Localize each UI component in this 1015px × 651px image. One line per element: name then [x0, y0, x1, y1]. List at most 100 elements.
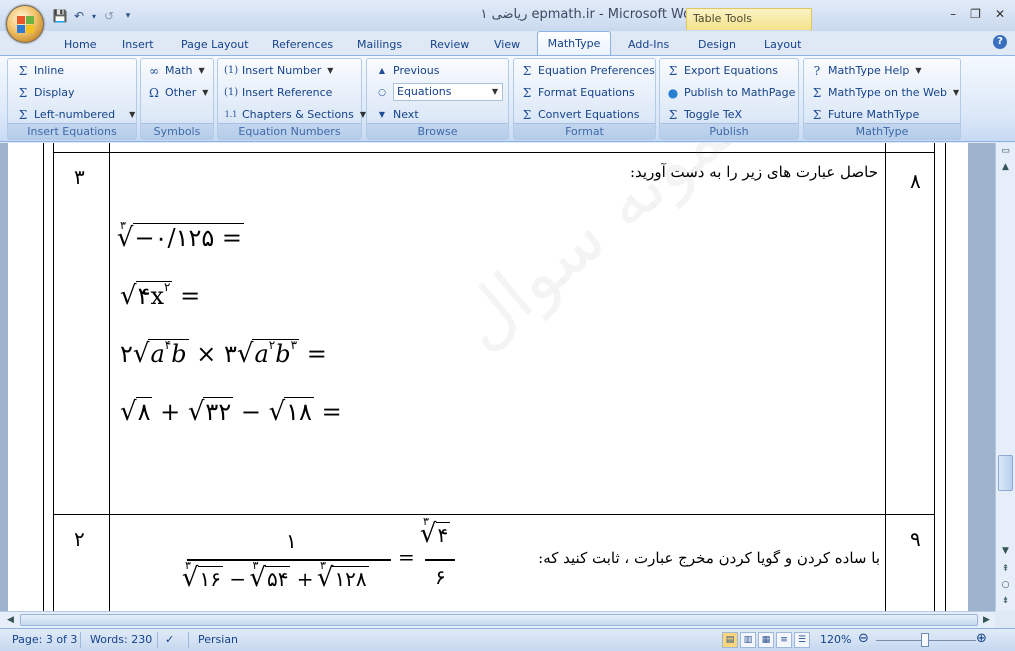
restore-button[interactable]: ❐ — [970, 7, 981, 21]
publish-mathpage-button[interactable]: ● Publish to MathPage — [666, 84, 796, 102]
tab-layout[interactable]: Layout — [758, 34, 807, 55]
insert-reference-button[interactable]: (1) Insert Reference — [224, 84, 332, 102]
radical-index: ۳ — [120, 219, 126, 232]
tab-home[interactable]: Home — [58, 34, 102, 55]
scroll-up-icon[interactable]: ▲ — [999, 161, 1012, 174]
tab-review[interactable]: Review — [424, 34, 475, 55]
denominator-term-2: ۵۴ — [264, 566, 291, 591]
minimize-button[interactable]: – — [950, 7, 956, 21]
horizontal-scrollbar[interactable]: ◀ ▶ — [0, 611, 995, 628]
next-page-icon[interactable]: ⇟ — [999, 595, 1012, 608]
math-symbols-button[interactable]: ∞ Math ▼ — [147, 62, 205, 80]
format-equations-button[interactable]: Σ Format Equations — [520, 84, 635, 102]
format-icon: Σ — [522, 86, 532, 100]
group-mathtype: ? MathType Help ▼ Σ MathType on the Web ▼ ΣF… — [803, 58, 961, 140]
tab-add-ins[interactable]: Add-Ins — [622, 34, 675, 55]
close-button[interactable]: ✕ — [995, 7, 1005, 21]
convert-equations-button[interactable]: Σ Convert Equations — [520, 106, 640, 124]
left-numbered-button[interactable]: Σ Left-numbered ▼ — [16, 106, 136, 124]
scroll-left-icon[interactable]: ◀ — [4, 614, 17, 627]
select-browse-object-icon[interactable]: ○ — [999, 579, 1012, 592]
document-area[interactable]: نمونه سوال ۳ ۸ حاصل عبارت های زیر را به … — [0, 143, 995, 611]
insert-number-button[interactable]: (1) Insert Number ▼ — [224, 62, 333, 80]
mathtype-web-button[interactable]: Σ MathType on the Web ▼ — [810, 84, 959, 102]
infinity-icon: ∞ — [149, 64, 159, 78]
display-button[interactable]: Σ Display — [16, 84, 75, 102]
chevron-down-icon: ▼ — [129, 110, 136, 119]
chapters-sections-label: Chapters & Sections — [242, 108, 354, 121]
scroll-down-icon[interactable]: ▼ — [999, 545, 1012, 558]
word-count[interactable]: Words: 230 — [90, 633, 152, 646]
window-title-text: ریاضی ۱ epmath.ir - Microsoft Word — [480, 7, 705, 22]
table-border — [109, 143, 110, 611]
vertical-scrollbar[interactable]: ▭ ▲ ▼ ⇞ ○ ⇟ — [995, 143, 1015, 611]
zoom-slider-knob[interactable] — [921, 633, 929, 647]
separator — [80, 632, 81, 648]
fraction-bar — [187, 559, 391, 561]
full-screen-reading-icon[interactable]: ▥ — [740, 632, 756, 648]
help-icon[interactable]: ? — [993, 35, 1007, 49]
horizontal-scroll-thumb[interactable] — [20, 614, 978, 626]
chevron-down-icon: ▼ — [915, 66, 922, 75]
tab-design[interactable]: Design — [692, 34, 742, 55]
score-cell: ۲ — [74, 527, 85, 551]
rhs-fraction-bar — [425, 559, 455, 561]
radical-sign: √ — [120, 281, 137, 311]
outline-icon[interactable]: ≡ — [776, 632, 792, 648]
chapters-sections-button[interactable]: 1.1 Chapters & Sections ▼ — [224, 106, 366, 124]
separator — [157, 632, 158, 648]
group-title: Format — [514, 123, 655, 139]
tab-mathtype[interactable]: MathType — [537, 31, 611, 55]
equation-preferences-button[interactable]: Σ Equation Preferences — [520, 62, 655, 80]
print-layout-icon[interactable]: ▤ — [722, 632, 738, 648]
future-mathtype-label: Future MathType — [828, 108, 920, 121]
previous-button[interactable]: ▲ Previous — [375, 62, 440, 80]
separator — [188, 632, 189, 648]
table-border — [53, 514, 935, 515]
zoom-in-icon[interactable]: ⊕ — [976, 631, 987, 646]
export-equations-button[interactable]: Σ Export Equations — [666, 62, 778, 80]
office-button[interactable] — [6, 5, 44, 43]
web-layout-icon[interactable]: ▦ — [758, 632, 774, 648]
denominator-term-1: ۱۶ — [197, 566, 223, 591]
globe-icon: ● — [667, 86, 679, 100]
mathtype-help-button[interactable]: ? MathType Help ▼ — [810, 62, 922, 80]
equation-4[interactable]: √۸ + √۳۲ − √۱۸ = — [120, 397, 342, 427]
tab-view[interactable]: View — [488, 34, 526, 55]
export-equations-label: Export Equations — [684, 64, 778, 77]
arrow-up-icon: ▲ — [378, 66, 386, 75]
tab-insert[interactable]: Insert — [116, 34, 160, 55]
tab-references[interactable]: References — [266, 34, 339, 55]
group-format: Σ Equation Preferences Σ Format Equations … — [513, 58, 656, 140]
rhs-radicand: ۴ — [435, 522, 451, 547]
page-count[interactable]: Page: 3 of 3 — [12, 633, 77, 646]
toggle-tex-button[interactable]: Σ Toggle TeX — [666, 106, 742, 124]
next-button[interactable]: ▼ Next — [375, 106, 419, 124]
equation-2[interactable]: √۴x۲ = — [120, 280, 200, 311]
other-symbols-button[interactable]: Ω Other ▼ — [147, 84, 208, 102]
left-numbered-label: Left-numbered — [34, 108, 116, 121]
proofing-icon[interactable]: ✓ — [165, 633, 174, 646]
equation-3[interactable]: ۲√a۴b × ۳√a۲b۳ = — [120, 338, 327, 369]
draft-icon[interactable]: ☰ — [794, 632, 810, 648]
scroll-right-icon[interactable]: ▶ — [980, 614, 993, 627]
inline-button[interactable]: Σ Inline — [16, 62, 64, 80]
sigma-icon: Σ — [18, 86, 28, 100]
previous-page-icon[interactable]: ⇞ — [999, 563, 1012, 576]
equation-5[interactable]: ۱ ۳√۱۶ − ۳√۵۴ + ۳√۱۲۸ = ۳√۴ ۶ — [182, 515, 468, 603]
chevron-down-icon: ▼ — [953, 88, 960, 97]
equation-preferences-label: Equation Preferences — [538, 64, 655, 77]
equation-1[interactable]: ۳√−۰/۱۲۵ = — [117, 219, 244, 253]
browse-type-select[interactable]: Equations ▼ — [393, 83, 503, 101]
table-border — [885, 143, 886, 611]
chapters-icon: 1.1 — [224, 110, 238, 119]
language-indicator[interactable]: Persian — [198, 633, 238, 646]
ruler-toggle-icon[interactable]: ▭ — [999, 145, 1012, 158]
tab-mailings[interactable]: Mailings — [351, 34, 408, 55]
table-border — [43, 143, 44, 611]
zoom-level[interactable]: 120% — [820, 633, 851, 646]
vertical-scroll-thumb[interactable] — [998, 455, 1013, 491]
zoom-out-icon[interactable]: ⊖ — [858, 631, 869, 646]
future-mathtype-button[interactable]: Σ Future MathType — [810, 106, 920, 124]
tab-page-layout[interactable]: Page Layout — [175, 34, 255, 55]
